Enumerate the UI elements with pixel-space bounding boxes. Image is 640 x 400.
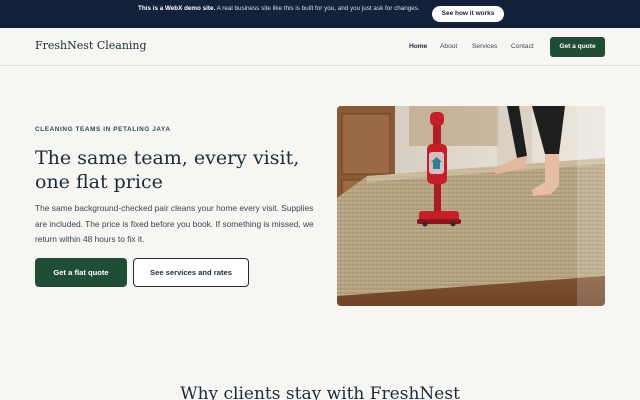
see-how-it-works-button[interactable]: See how it works [432,6,504,22]
site-header: FreshNest Cleaning Home About Services C… [0,28,640,66]
nav-link-about[interactable]: About [440,43,457,50]
demo-banner: This is a WebX demo site. A real busines… [0,0,640,28]
hero-body-text: The same background-checked pair cleans … [35,203,314,244]
nav-link-home[interactable]: Home [409,43,427,50]
hero-photo [337,106,605,306]
get-a-quote-button[interactable]: Get a quote [550,37,605,57]
site-logo[interactable]: FreshNest Cleaning [35,39,147,52]
section-heading: Why clients stay with FreshNest [180,384,460,400]
hero-headline: The same team, every visit, one flat pri… [35,147,300,193]
nav-link-services[interactable]: Services [472,43,497,50]
banner-message: This is a WebX demo site. A real busines… [138,5,428,14]
banner-bold-text: This is a WebX demo site. [138,5,216,12]
banner-body-text: A real business site like this is built … [215,5,420,12]
hero-eyebrow: CLEANING TEAMS IN PETALING JAYA [35,126,171,133]
nav-link-contact[interactable]: Contact [511,43,534,50]
vacuum-cleaning-photo [337,106,605,306]
get-flat-quote-button[interactable]: Get a flat quote [35,258,127,287]
see-services-button[interactable]: See services and rates [133,258,249,287]
